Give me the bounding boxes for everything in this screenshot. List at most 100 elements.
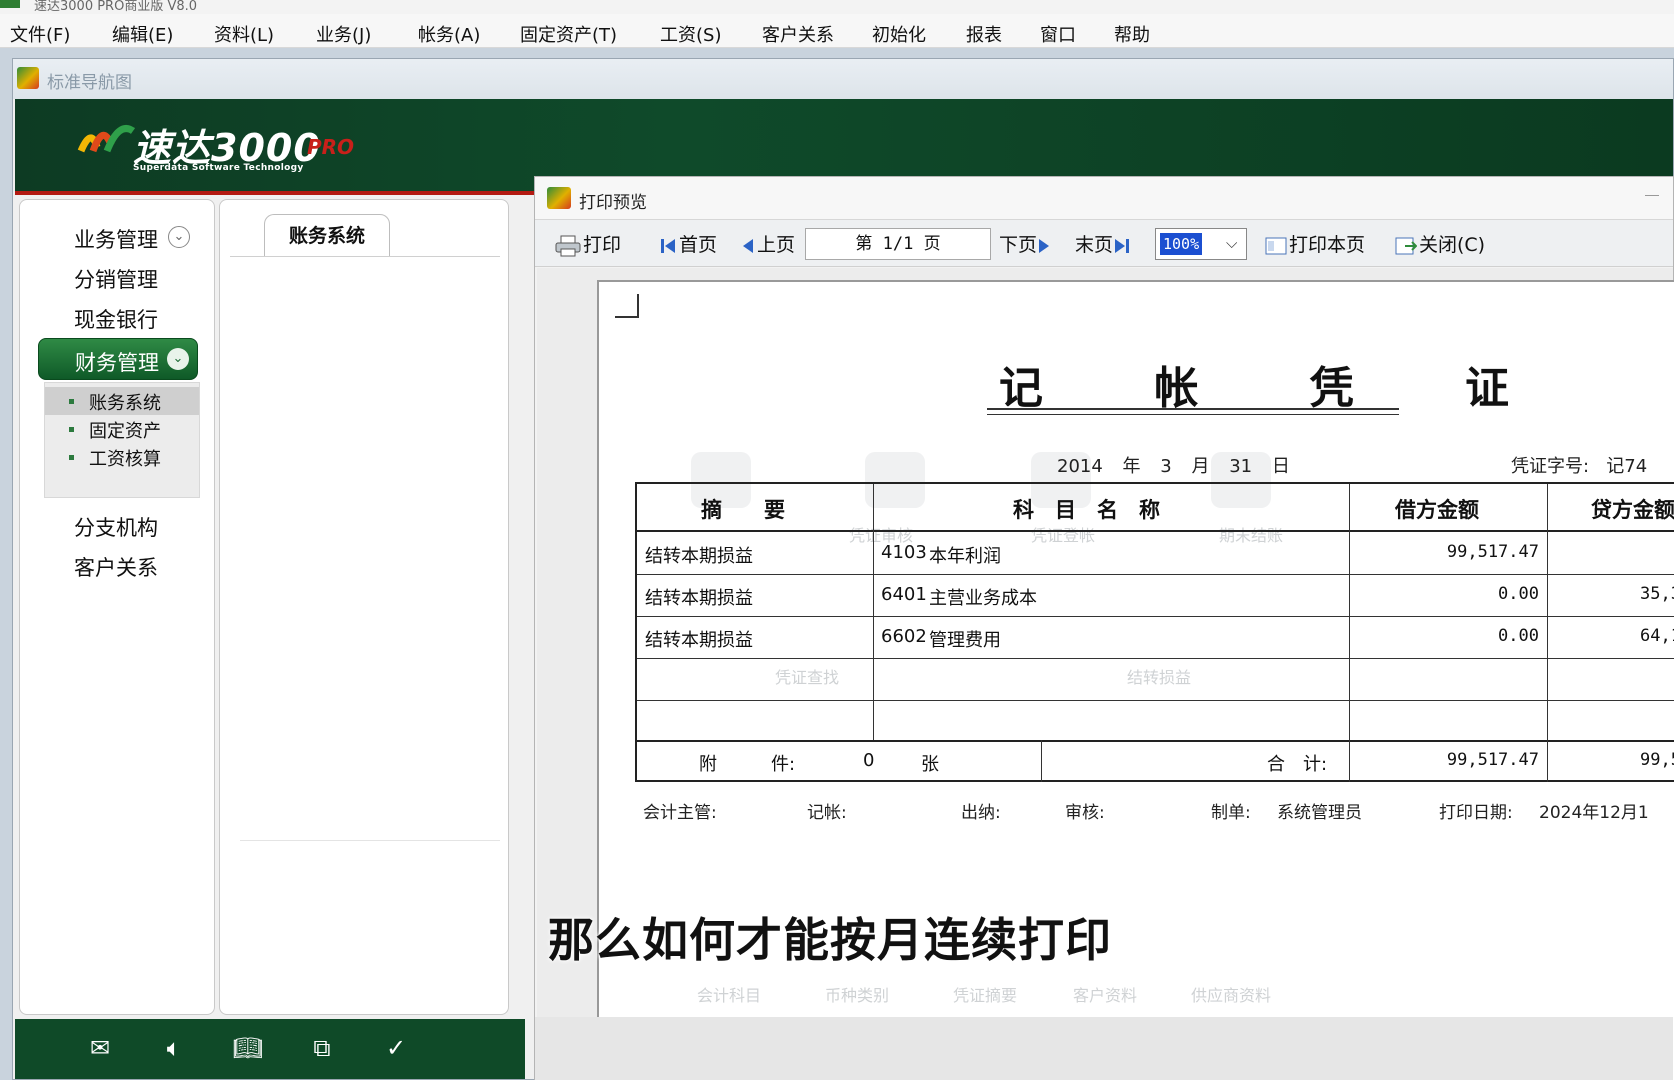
close-label: 关闭(C) xyxy=(1419,234,1486,256)
total-debit: 99,517.47 xyxy=(1446,750,1539,770)
submenu-item-label: 工资核算 xyxy=(89,449,161,470)
last-page-icon xyxy=(1115,238,1130,253)
chevron-down-icon: ⌵ xyxy=(1226,234,1238,252)
module-distribution[interactable]: 分销管理 xyxy=(74,264,158,294)
copy-icon[interactable]: ⧉ xyxy=(305,1033,339,1063)
watermark-label: 供应商资料 xyxy=(1191,986,1272,1005)
footer-rule xyxy=(637,740,1674,742)
submenu-item-label: 固定资产 xyxy=(89,421,161,442)
module-cash-bank[interactable]: 现金银行 xyxy=(74,304,158,334)
prev-page-button[interactable]: 上页 xyxy=(741,232,795,258)
menu-payroll[interactable]: 工资(S) xyxy=(656,19,725,49)
date-year-label: 年 xyxy=(1122,456,1141,477)
print-page-label: 打印本页 xyxy=(1289,234,1366,256)
app-logo-icon xyxy=(17,67,39,89)
print-preview-titlebar[interactable]: 打印预览 xyxy=(535,177,1673,219)
date-month: 3 xyxy=(1160,456,1172,477)
exit-icon xyxy=(1395,237,1417,254)
voucher-title: 记 帐 凭 证 xyxy=(999,363,1557,414)
last-page-label: 末页 xyxy=(1075,234,1114,256)
print-page-button[interactable]: 打印本页 xyxy=(1265,232,1365,258)
menu-data[interactable]: 资料(L) xyxy=(210,19,278,49)
submenu-item-ledger[interactable]: 账务系统 xyxy=(45,387,199,415)
sign-bookkeeper: 记帐: xyxy=(807,803,847,823)
close-button[interactable]: 关闭(C) xyxy=(1395,232,1485,258)
header-account: 科 目 名 称 xyxy=(1013,498,1160,522)
module-finance-active[interactable]: 财务管理 ⌄ xyxy=(38,338,198,380)
menu-file[interactable]: 文件(F) xyxy=(6,19,74,49)
row-account-code: 6602 xyxy=(881,626,927,647)
module-crm[interactable]: 客户关系 xyxy=(74,552,158,582)
submenu-item-fixed-assets[interactable]: 固定资产 xyxy=(45,415,199,443)
menu-help[interactable]: 帮助 xyxy=(1110,19,1154,49)
speaker-icon[interactable]: 🔈︎ xyxy=(157,1033,191,1063)
row-summary: 结转本期损益 xyxy=(645,588,753,609)
menu-initialize[interactable]: 初始化 xyxy=(868,19,930,49)
voucher-number-label: 凭证字号: xyxy=(1511,456,1590,477)
print-button[interactable]: 打印 xyxy=(555,232,621,258)
minimize-icon[interactable] xyxy=(1645,195,1659,196)
menu-business[interactable]: 业务(J) xyxy=(312,19,375,49)
check-icon[interactable]: ✓ xyxy=(379,1033,413,1063)
row-debit: 0.00 xyxy=(1498,584,1539,604)
prev-page-icon xyxy=(743,238,753,253)
preview-toolbar: 打印 首页 上页 第 1/1 页 下页 末页 100% ⌵ 打印本页 关闭(C) xyxy=(535,219,1673,267)
app-title: 速达3000 PRO商业版 V8.0 xyxy=(34,0,198,14)
menu-fixed-assets[interactable]: 固定资产(T) xyxy=(516,19,621,49)
header-credit: 贷方金额 xyxy=(1591,498,1674,522)
bottom-toolbar: ✉ 🔈︎ 📖︎ ⧉ ✓ xyxy=(15,1019,525,1079)
navigation-window-titlebar[interactable]: 标准导航图 xyxy=(13,59,1673,99)
col-rule xyxy=(873,484,874,740)
sign-auditor: 审核: xyxy=(1065,803,1105,823)
print-preview-title: 打印预览 xyxy=(579,193,647,213)
row-debit: 0.00 xyxy=(1498,626,1539,646)
row-rule xyxy=(637,616,1674,617)
module-branches[interactable]: 分支机构 xyxy=(74,512,158,542)
date-month-label: 月 xyxy=(1191,456,1210,477)
row-account-name: 主营业务成本 xyxy=(929,588,1037,609)
crop-mark xyxy=(615,294,639,318)
first-page-button[interactable]: 首页 xyxy=(659,232,717,258)
last-page-button[interactable]: 末页 xyxy=(1075,232,1133,258)
tab-ledger-system[interactable]: 账务系统 xyxy=(264,214,390,256)
date-day: 31 xyxy=(1229,456,1253,477)
row-account-name: 本年利润 xyxy=(929,546,1001,567)
first-page-icon xyxy=(661,238,675,253)
zoom-select[interactable]: 100% ⌵ xyxy=(1155,228,1247,260)
row-summary: 结转本期损益 xyxy=(645,546,753,567)
module-business[interactable]: 业务管理 xyxy=(74,224,158,254)
menu-crm[interactable]: 客户关系 xyxy=(758,19,838,49)
book-icon[interactable]: 📖︎ xyxy=(231,1033,265,1063)
sign-maker: 系统管理员 xyxy=(1277,803,1362,823)
menu-edit[interactable]: 编辑(E) xyxy=(108,19,177,49)
menu-window[interactable]: 窗口 xyxy=(1036,19,1080,49)
module-finance-label: 财务管理 xyxy=(75,351,159,375)
row-rule xyxy=(637,700,1674,701)
mail-icon[interactable]: ✉ xyxy=(83,1033,117,1063)
menu-accounts[interactable]: 帐务(A) xyxy=(414,19,484,49)
submenu-item-payroll[interactable]: 工资核算 xyxy=(45,443,199,471)
row-summary: 结转本期损益 xyxy=(645,630,753,651)
row-rule xyxy=(637,574,1674,575)
total-credit: 99,5 xyxy=(1640,750,1674,770)
header-summary: 摘 要 xyxy=(701,498,785,522)
video-subtitle: 那么如何才能按月连续打印 xyxy=(548,913,1112,967)
attachments-unit: 张 xyxy=(921,754,939,775)
preview-status-area xyxy=(535,1017,1673,1080)
attachments-label: 附 件: xyxy=(699,754,796,775)
expand-chevron-icon[interactable]: ⌄ xyxy=(168,226,190,248)
navigation-window-title: 标准导航图 xyxy=(47,73,132,93)
menu-reports[interactable]: 报表 xyxy=(962,19,1006,49)
sign-cashier: 出纳: xyxy=(961,803,1001,823)
header-debit: 借方金额 xyxy=(1395,498,1479,522)
header-rule xyxy=(637,530,1674,532)
bullet-icon xyxy=(69,455,74,460)
app-title-bar: 速达3000 PRO商业版 V8.0 xyxy=(0,0,1674,14)
page-indicator: 第 1/1 页 xyxy=(805,228,991,260)
date-day-label: 日 xyxy=(1271,456,1290,477)
menu-bar: 文件(F) 编辑(E) 资料(L) 业务(J) 帐务(A) 固定资产(T) 工资… xyxy=(0,14,1674,48)
submenu-item-label: 账务系统 xyxy=(89,393,161,414)
col-rule xyxy=(1349,484,1350,782)
next-page-button[interactable]: 下页 xyxy=(999,232,1053,258)
collapse-chevron-icon[interactable]: ⌄ xyxy=(167,348,189,370)
